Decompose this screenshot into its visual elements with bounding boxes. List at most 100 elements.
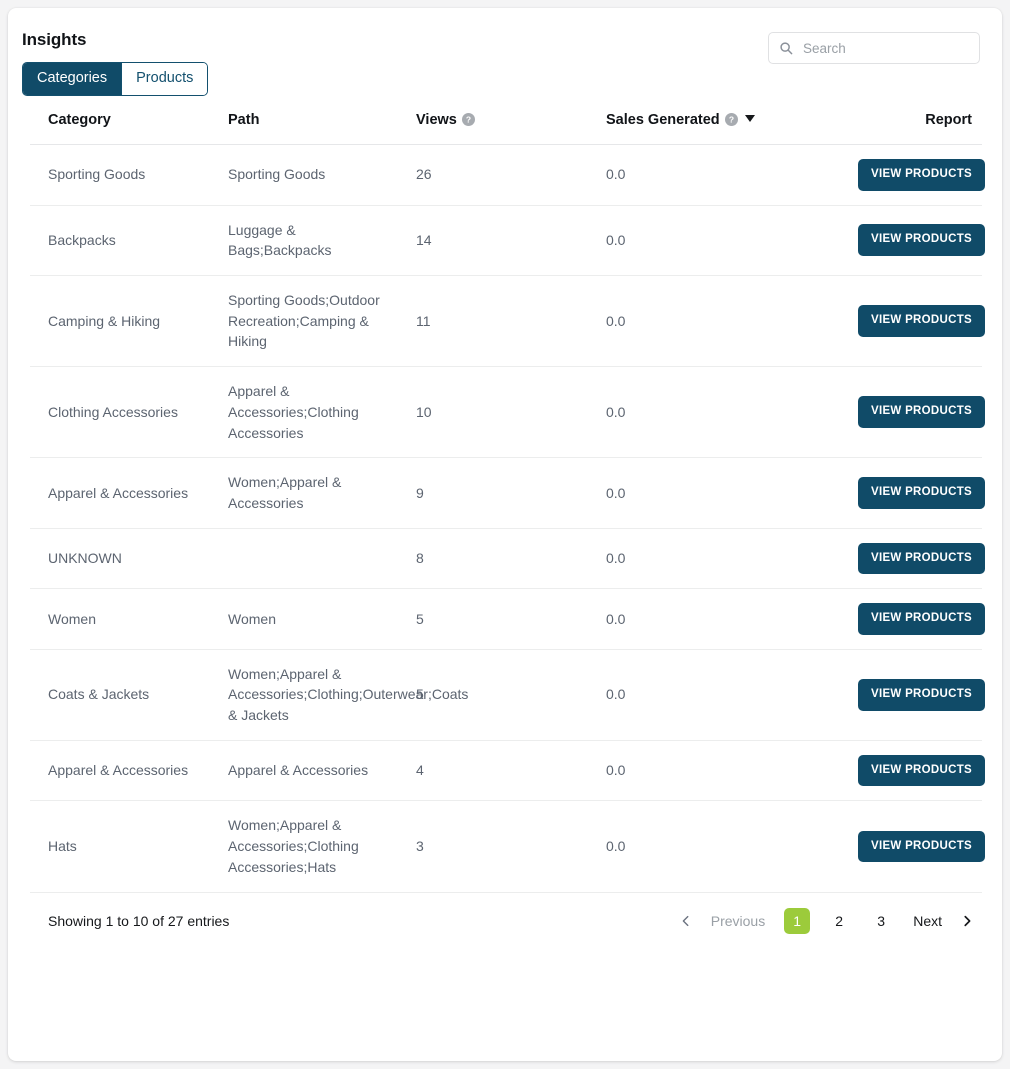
pagination: Previous 1 2 3 Next <box>673 907 980 935</box>
cell-sales-generated: 0.0 <box>606 649 858 741</box>
cell-views: 26 <box>416 144 606 206</box>
cell-category: Hats <box>30 800 228 893</box>
view-products-button[interactable]: VIEW PRODUCTS <box>858 679 986 711</box>
chevron-left-icon[interactable] <box>673 908 699 934</box>
cell-sales-generated: 0.0 <box>606 800 858 893</box>
cell-path: Women;Apparel & Accessories;Clothing Acc… <box>228 800 416 893</box>
search-icon <box>779 41 793 55</box>
cell-path: Women;Apparel & Accessories;Clothing;Out… <box>228 649 468 741</box>
cell-category: UNKNOWN <box>30 528 228 590</box>
cell-report: VIEW PRODUCTS <box>858 588 986 650</box>
cell-path: Apparel & Accessories <box>228 740 416 802</box>
cell-sales-generated: 0.0 <box>606 275 858 368</box>
cell-report: VIEW PRODUCTS <box>858 366 986 459</box>
cell-views: 10 <box>416 366 606 459</box>
cell-category: Coats & Jackets <box>30 649 228 741</box>
cell-report: VIEW PRODUCTS <box>858 800 986 893</box>
cell-report: VIEW PRODUCTS <box>858 649 986 741</box>
cell-category: Camping & Hiking <box>30 275 228 368</box>
column-label-category: Category <box>48 112 111 128</box>
column-header-sales-generated[interactable]: Sales Generated ? <box>606 106 858 145</box>
cell-path: Women;Apparel & Accessories <box>228 457 416 529</box>
table-row: Hats Women;Apparel & Accessories;Clothin… <box>30 800 986 893</box>
cell-views: 3 <box>416 800 606 893</box>
column-header-path[interactable]: Path <box>228 106 416 145</box>
cell-sales-generated: 0.0 <box>606 144 858 206</box>
table-footer: Showing 1 to 10 of 27 entries Previous 1… <box>8 893 1002 935</box>
cell-report: VIEW PRODUCTS <box>858 528 986 590</box>
cell-views: 4 <box>416 740 606 802</box>
view-products-button[interactable]: VIEW PRODUCTS <box>858 224 986 256</box>
tab-products[interactable]: Products <box>121 63 208 95</box>
table-row: Apparel & Accessories Women;Apparel & Ac… <box>30 457 986 529</box>
pagination-next-button[interactable]: Next <box>903 907 952 935</box>
cell-path <box>228 528 416 590</box>
cell-path: Luggage & Bags;Backpacks <box>228 205 416 276</box>
page-header: Insights Categories Products <box>8 8 1002 106</box>
cell-sales-generated: 0.0 <box>606 740 858 802</box>
cell-sales-generated: 0.0 <box>606 528 858 590</box>
sort-descending-icon[interactable] <box>744 115 755 122</box>
insights-table: Category Path Views ? Sales Generated ? … <box>30 106 986 893</box>
table-row: UNKNOWN 8 0.0 VIEW PRODUCTS <box>30 528 986 590</box>
view-products-button[interactable]: VIEW PRODUCTS <box>858 159 986 191</box>
column-label-views: Views <box>416 112 457 128</box>
cell-category: Clothing Accessories <box>30 366 228 459</box>
column-label-report: Report <box>925 112 972 128</box>
table-row: Coats & Jackets Women;Apparel & Accessor… <box>30 649 986 741</box>
table-header-row: Category Path Views ? Sales Generated ? … <box>30 106 982 145</box>
table-row: Women Women 5 0.0 VIEW PRODUCTS <box>30 588 986 650</box>
cell-report: VIEW PRODUCTS <box>858 740 986 802</box>
view-products-button[interactable]: VIEW PRODUCTS <box>858 542 986 575</box>
chevron-right-icon[interactable] <box>954 908 980 934</box>
cell-sales-generated: 0.0 <box>606 457 858 529</box>
cell-sales-generated: 0.0 <box>606 588 858 650</box>
cell-report: VIEW PRODUCTS <box>858 144 986 206</box>
cell-path: Apparel & Accessories;Clothing Accessori… <box>228 366 416 459</box>
cell-path: Sporting Goods;Outdoor Recreation;Campin… <box>228 275 416 368</box>
cell-path: Sporting Goods <box>228 144 416 206</box>
column-header-category[interactable]: Category <box>30 106 228 145</box>
insights-table-area: Category Path Views ? Sales Generated ? … <box>8 106 1002 893</box>
svg-text:?: ? <box>466 115 471 125</box>
cell-sales-generated: 0.0 <box>606 205 858 276</box>
cell-views: 14 <box>416 205 606 276</box>
table-header: Category Path Views ? Sales Generated ? … <box>30 106 982 145</box>
cell-report: VIEW PRODUCTS <box>858 457 986 529</box>
cell-views: 11 <box>416 275 606 368</box>
cell-category: Backpacks <box>30 205 228 276</box>
search-box[interactable] <box>768 32 980 64</box>
tab-categories[interactable]: Categories <box>23 63 122 95</box>
view-products-button[interactable]: VIEW PRODUCTS <box>858 603 986 635</box>
help-icon-views[interactable]: ? <box>461 113 475 126</box>
cell-report: VIEW PRODUCTS <box>858 275 986 368</box>
column-header-views[interactable]: Views ? <box>416 106 606 145</box>
cell-path: Women <box>228 588 416 650</box>
help-icon-sales-generated[interactable]: ? <box>724 113 738 126</box>
pagination-page-3[interactable]: 3 <box>868 908 894 934</box>
table-row: Apparel & Accessories Apparel & Accessor… <box>30 740 986 802</box>
column-header-report: Report <box>858 106 982 145</box>
search-input[interactable] <box>801 39 969 57</box>
insights-card: Insights Categories Products Category <box>8 8 1002 1061</box>
cell-views: 5 <box>416 588 606 650</box>
view-products-button[interactable]: VIEW PRODUCTS <box>858 830 986 863</box>
view-products-button[interactable]: VIEW PRODUCTS <box>858 754 986 787</box>
cell-category: Apparel & Accessories <box>30 457 228 529</box>
svg-text:?: ? <box>729 115 734 125</box>
pagination-previous-button[interactable]: Previous <box>701 907 775 935</box>
view-products-button[interactable]: VIEW PRODUCTS <box>858 396 986 428</box>
table-row: Sporting Goods Sporting Goods 26 0.0 VIE… <box>30 144 986 206</box>
cell-category: Apparel & Accessories <box>30 740 228 802</box>
pagination-page-1[interactable]: 1 <box>784 907 811 934</box>
pagination-page-2[interactable]: 2 <box>826 908 852 934</box>
cell-sales-generated: 0.0 <box>606 366 858 459</box>
table-row: Backpacks Luggage & Bags;Backpacks 14 0.… <box>30 205 986 276</box>
view-products-button[interactable]: VIEW PRODUCTS <box>858 305 986 337</box>
column-label-sales-generated: Sales Generated <box>606 112 720 128</box>
table-body: Sporting Goods Sporting Goods 26 0.0 VIE… <box>30 144 986 893</box>
cell-category: Sporting Goods <box>30 144 228 206</box>
view-products-button[interactable]: VIEW PRODUCTS <box>858 477 986 509</box>
view-tabs: Categories Products <box>22 62 209 96</box>
entries-info: Showing 1 to 10 of 27 entries <box>48 912 230 929</box>
